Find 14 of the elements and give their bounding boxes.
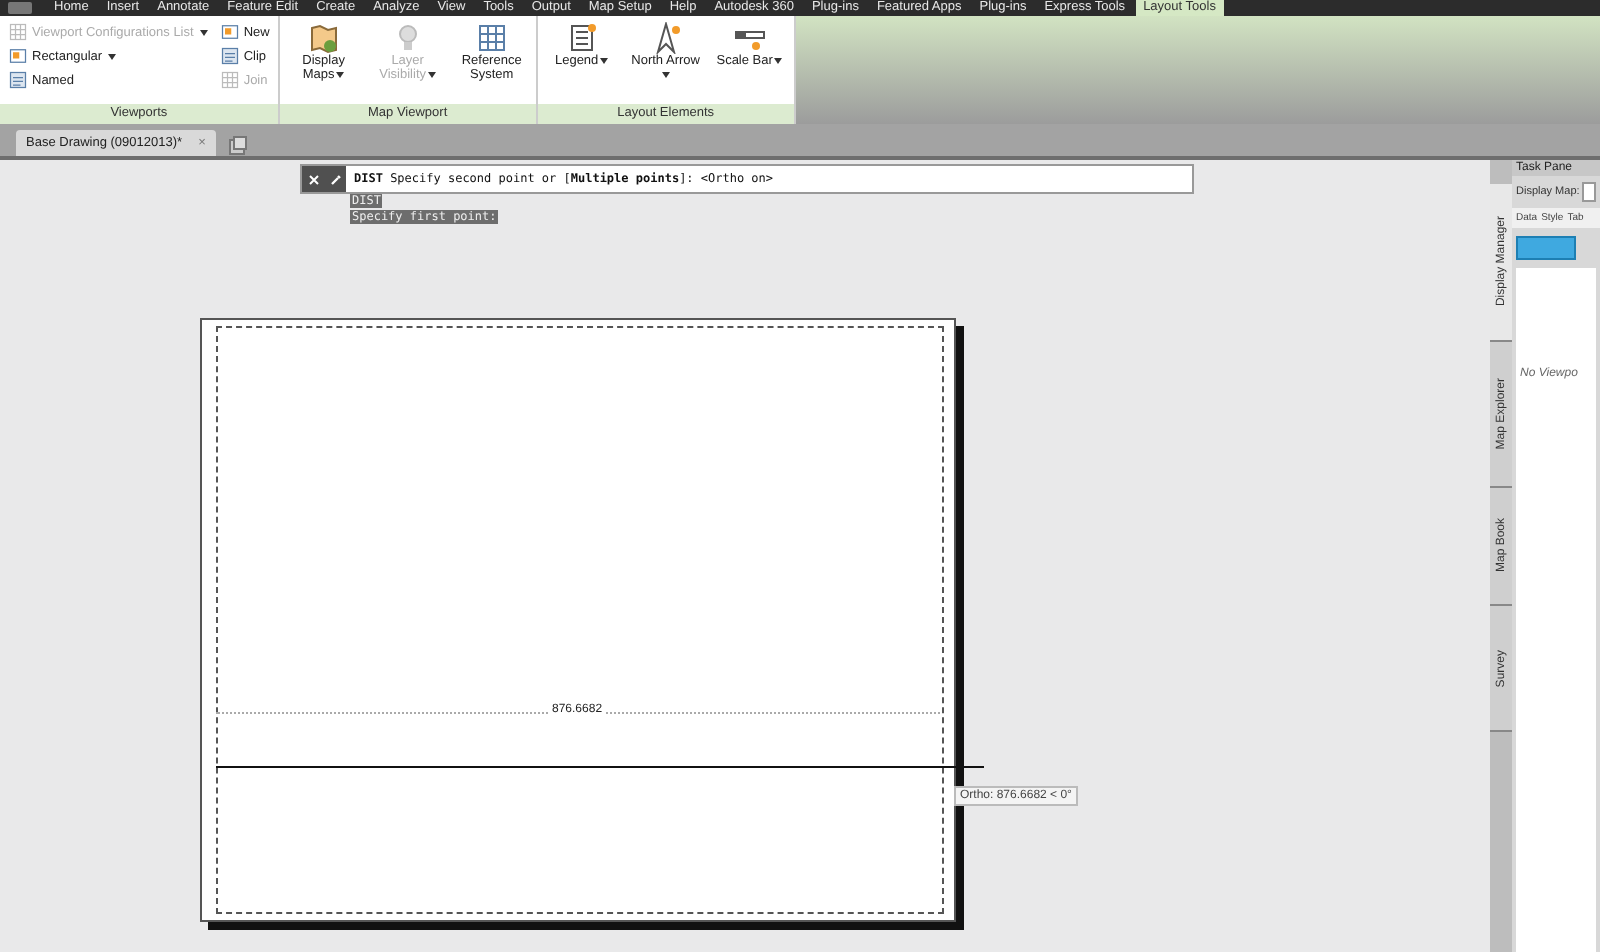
- map-select[interactable]: [1581, 182, 1596, 202]
- group-button[interactable]: [1516, 236, 1576, 260]
- grid-icon: [475, 22, 508, 54]
- list-icon: [219, 46, 240, 66]
- close-icon[interactable]: [307, 173, 319, 185]
- new-tab-icon[interactable]: [227, 136, 248, 156]
- grid-icon: [219, 70, 240, 90]
- grid-icon: [8, 22, 28, 42]
- rectangle-icon: [8, 46, 28, 66]
- rectangle-icon: [219, 22, 240, 42]
- list-icon: [8, 70, 28, 90]
- legend-icon: [565, 22, 598, 54]
- map-icon: [307, 22, 340, 54]
- wrench-icon[interactable]: [329, 173, 341, 185]
